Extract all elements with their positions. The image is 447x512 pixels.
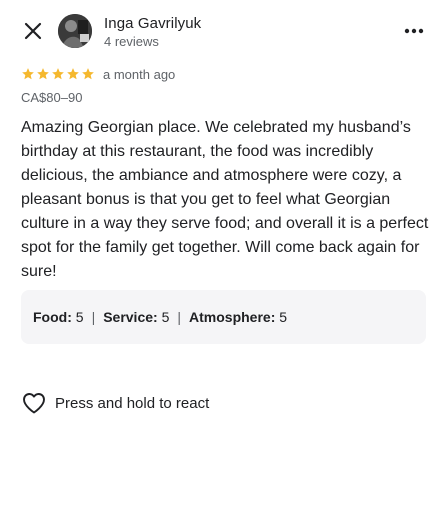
sub-ratings-box: Food: 5 | Service: 5 | Atmosphere: 5: [21, 290, 426, 344]
star-icon: [52, 68, 64, 80]
star-icon: [67, 68, 79, 80]
service-rating-label: Service:: [103, 309, 158, 325]
more-vert-icon: [404, 28, 424, 34]
avatar-image: [58, 14, 92, 48]
close-button[interactable]: [22, 20, 44, 42]
review-text: Amazing Georgian place. We celebrated my…: [21, 119, 429, 280]
separator: |: [91, 309, 96, 325]
review-detail-page: Inga Gavrilyuk 4 reviews a month ago CA$…: [0, 0, 447, 512]
star-icon: [37, 68, 49, 80]
food-rating-label: Food:: [33, 309, 72, 325]
separator: |: [177, 309, 182, 325]
star-icon: [82, 68, 94, 80]
atmosphere-rating-value: 5: [279, 309, 288, 325]
heart-outline-icon: [23, 393, 45, 414]
react-button[interactable]: Press and hold to react: [22, 392, 209, 414]
star-rating: [21, 67, 95, 81]
star-icon: [22, 68, 34, 80]
food-rating: Food: 5: [33, 309, 84, 325]
rating-row: a month ago: [21, 65, 175, 83]
more-options-button[interactable]: [402, 22, 426, 40]
reviewer-review-count: 4 reviews: [104, 34, 159, 49]
food-rating-value: 5: [75, 309, 84, 325]
reviewer-name[interactable]: Inga Gavrilyuk: [104, 15, 201, 32]
close-icon: [24, 22, 42, 40]
service-rating-value: 5: [161, 309, 170, 325]
atmosphere-rating-label: Atmosphere:: [189, 309, 276, 325]
react-label: Press and hold to react: [55, 394, 210, 412]
price-range: CA$80–90: [21, 90, 83, 105]
reviewer-avatar[interactable]: [58, 14, 92, 48]
service-rating: Service: 5: [103, 309, 169, 325]
review-header: Inga Gavrilyuk 4 reviews: [0, 0, 447, 62]
review-time: a month ago: [103, 66, 176, 82]
atmosphere-rating: Atmosphere: 5: [189, 309, 287, 325]
